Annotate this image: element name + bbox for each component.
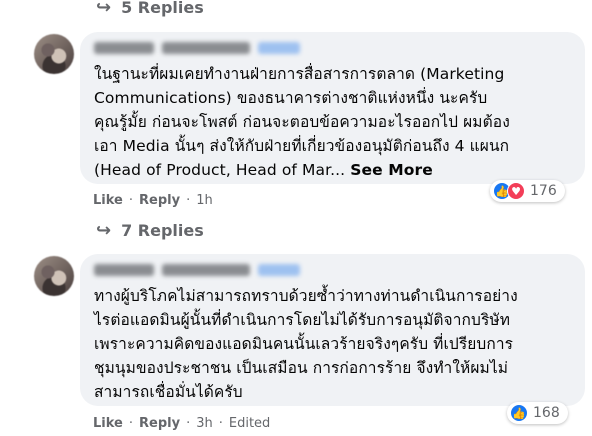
commenter-name[interactable] xyxy=(94,40,300,56)
reaction-summary-2[interactable]: 👍 168 xyxy=(507,402,568,424)
like-button[interactable]: Like xyxy=(93,193,123,208)
separator-dot: · xyxy=(186,416,191,431)
reply-button[interactable]: Reply xyxy=(139,416,180,431)
replies-label: 7 Replies xyxy=(121,221,204,240)
replies-label: 5 Replies xyxy=(121,0,204,17)
comment-line: Communications) ของธนาคารต่างชาติแห่งหนึ… xyxy=(94,89,488,107)
avatar[interactable] xyxy=(34,34,74,74)
reply-button[interactable]: Reply xyxy=(139,193,180,208)
reaction-count: 176 xyxy=(530,183,557,199)
view-replies-link-2[interactable]: ↪ 7 Replies xyxy=(96,220,204,241)
separator-dot: · xyxy=(128,193,133,208)
comment-line: เอา Media นั้นๆ ส่งให้กับฝ่ายที่เกี่ยวข้… xyxy=(94,137,510,155)
like-icon: 👍 xyxy=(510,404,528,422)
edited-label[interactable]: Edited xyxy=(229,416,270,431)
separator-dot: · xyxy=(218,416,223,431)
reply-arrow-icon: ↪ xyxy=(96,0,112,18)
comment-line: (Head of Product, Head of Mar... xyxy=(94,161,346,179)
reaction-summary-1[interactable]: 👍 ♥ 176 xyxy=(490,180,565,202)
comment-line: ในฐานะที่ผมเคยทำงานฝ่ายการสื่อสารการตลาด… xyxy=(94,65,505,83)
comment-text-2: ทางผู้บริโภคไม่สามารถทราบด้วยซ้ำว่าทางท่… xyxy=(94,284,518,404)
comment-line: ชุมนุมของประชาชน เป็นเสมือน การก่อการร้า… xyxy=(94,359,509,377)
comment-line: คุณรู้มั้ย ก่อนจะโพสต์ ก่อนจะตอบข้อความอ… xyxy=(94,113,510,131)
author-badge xyxy=(258,42,300,54)
avatar[interactable] xyxy=(34,256,74,296)
comment-text-1: ในฐานะที่ผมเคยทำงานฝ่ายการสื่อสารการตลาด… xyxy=(94,62,510,182)
comment-bubble-2: ทางผู้บริโภคไม่สามารถทราบด้วยซ้ำว่าทางท่… xyxy=(80,254,585,406)
comment-line: เพราะความคิดของแอดมินคนนั้นเลวร้ายจริงๆค… xyxy=(94,335,514,353)
love-icon: ♥ xyxy=(507,182,525,200)
comment-actions-1: Like · Reply · 1h xyxy=(93,193,213,208)
view-replies-link-1[interactable]: ↪ 5 Replies xyxy=(96,0,204,18)
reaction-count: 168 xyxy=(533,405,560,421)
timestamp[interactable]: 3h xyxy=(196,416,213,431)
see-more-link[interactable]: See More xyxy=(350,161,433,179)
separator-dot: · xyxy=(186,193,191,208)
comment-bubble-1: ในฐานะที่ผมเคยทำงานฝ่ายการสื่อสารการตลาด… xyxy=(80,32,585,184)
commenter-name[interactable] xyxy=(94,262,300,278)
comment-actions-2: Like · Reply · 3h · Edited xyxy=(93,416,270,431)
like-button[interactable]: Like xyxy=(93,416,123,431)
comment-line: ทางผู้บริโภคไม่สามารถทราบด้วยซ้ำว่าทางท่… xyxy=(94,287,518,305)
separator-dot: · xyxy=(128,416,133,431)
author-badge xyxy=(258,264,300,276)
reply-arrow-icon: ↪ xyxy=(96,220,112,241)
comment-line: ไรต่อแอดมินผู้นั้นที่ดำเนินการโดยไม่ได้ร… xyxy=(94,311,511,329)
comment-line: สามารถเชื่อมั่นได้ครับ xyxy=(94,383,243,401)
timestamp[interactable]: 1h xyxy=(196,193,213,208)
